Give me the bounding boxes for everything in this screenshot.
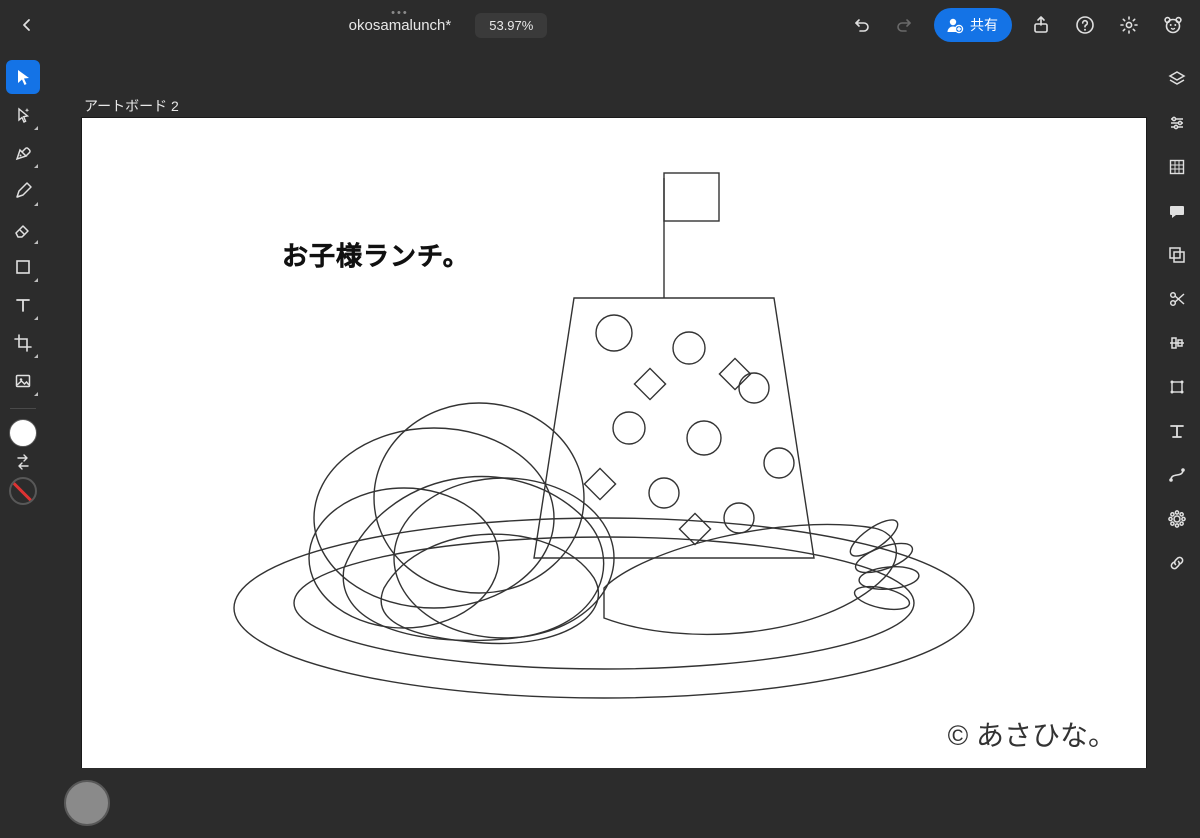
transform-panel[interactable] [1162, 372, 1192, 402]
rect-icon [13, 257, 33, 277]
precision-panel[interactable] [1162, 152, 1192, 182]
eraser-icon [13, 219, 33, 239]
pen-tool[interactable] [6, 136, 40, 170]
right-toolbar [1154, 50, 1200, 768]
text-panel[interactable] [1162, 416, 1192, 446]
redo-button[interactable] [890, 10, 920, 40]
artboard-label[interactable]: アートボード 2 [84, 96, 179, 116]
combine-icon [1167, 245, 1187, 265]
scissors-panel[interactable] [1162, 284, 1192, 314]
place-image-tool[interactable] [6, 364, 40, 398]
align-panel[interactable] [1162, 328, 1192, 358]
share-user-icon [944, 15, 964, 35]
help-button[interactable] [1070, 10, 1100, 40]
comment-icon [1167, 201, 1187, 221]
pencil-icon [13, 181, 33, 201]
combine-panel[interactable] [1162, 240, 1192, 270]
path-panel[interactable] [1162, 460, 1192, 490]
layers-panel[interactable] [1162, 64, 1192, 94]
gear-flower-icon [1167, 509, 1187, 529]
crop-icon [13, 333, 33, 353]
canvas-area[interactable]: アートボード 2 [46, 50, 1154, 768]
artwork-title-text: お子様ランチ。 [282, 236, 470, 273]
document-menu-dots-icon: ••• [391, 7, 409, 19]
layers-icon [1167, 69, 1187, 89]
artwork-credit-text: © あさひな。 [948, 714, 1116, 754]
artboard[interactable]: お子様ランチ。 © あさひな。 [82, 118, 1146, 768]
left-toolbar [0, 50, 46, 768]
path-icon [1167, 465, 1187, 485]
top-bar: ••• okosamalunch* 53.97% 共有 [0, 0, 1200, 50]
pen-icon [13, 143, 33, 163]
type-tool[interactable] [6, 288, 40, 322]
sparkle-cursor-icon [13, 105, 33, 125]
bottom-bar [0, 768, 1200, 838]
back-button[interactable] [12, 10, 42, 40]
image-icon [13, 371, 33, 391]
align-icon [1167, 333, 1187, 353]
bear-button[interactable] [1158, 10, 1188, 40]
shape-tool[interactable] [6, 250, 40, 284]
fill-color-swatch[interactable] [9, 419, 37, 447]
share-button[interactable]: 共有 [934, 8, 1012, 42]
scissors-icon [1167, 289, 1187, 309]
share-button-label: 共有 [970, 15, 998, 35]
direct-selection-tool[interactable] [6, 98, 40, 132]
zoom-level-text: 53.97% [489, 18, 533, 33]
document-title-text: okosamalunch* [349, 17, 452, 34]
document-title[interactable]: ••• okosamalunch* [341, 13, 460, 38]
comment-panel[interactable] [1162, 196, 1192, 226]
pencil-tool[interactable] [6, 174, 40, 208]
settings-button[interactable] [1114, 10, 1144, 40]
type-icon [13, 295, 33, 315]
stroke-color-swatch[interactable] [9, 477, 37, 505]
color-puck[interactable] [64, 780, 110, 826]
link-icon [1167, 553, 1187, 573]
artboard-tool[interactable] [6, 326, 40, 360]
selection-tool[interactable] [6, 60, 40, 94]
eraser-tool[interactable] [6, 212, 40, 246]
zoom-level[interactable]: 53.97% [475, 13, 547, 38]
artwork [82, 118, 1146, 768]
swap-fill-stroke[interactable] [14, 451, 32, 473]
transform-icon [1167, 377, 1187, 397]
cursor-icon [13, 67, 33, 87]
effects-panel[interactable] [1162, 504, 1192, 534]
undo-button[interactable] [846, 10, 876, 40]
link-panel[interactable] [1162, 548, 1192, 578]
grid-icon [1167, 157, 1187, 177]
properties-panel[interactable] [1162, 108, 1192, 138]
sliders-icon [1167, 113, 1187, 133]
text-panel-icon [1167, 421, 1187, 441]
toolbar-divider [10, 408, 36, 409]
export-button[interactable] [1026, 10, 1056, 40]
